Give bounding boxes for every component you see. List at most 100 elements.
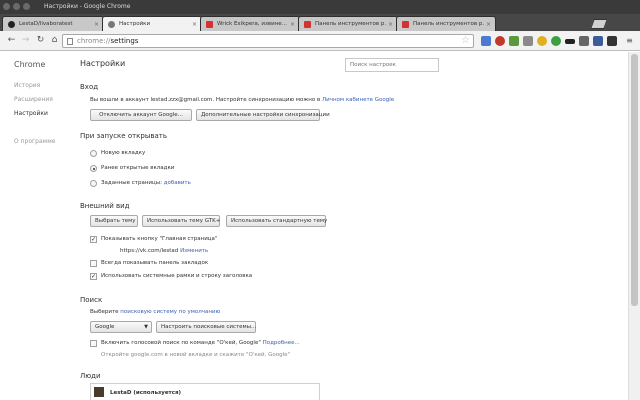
scrollbar-thumb[interactable] [631, 54, 638, 306]
people-user-label: LestaD (используется) [110, 390, 182, 396]
close-icon[interactable]: × [486, 21, 491, 28]
disconnect-account-button[interactable]: Отключить аккаунт Google... [90, 109, 192, 121]
voice-search-label: Включить голосовой поиск по команде "О'к… [101, 340, 261, 346]
chevron-down-icon: ▼ [144, 324, 148, 330]
home-icon[interactable]: ⌂ [49, 35, 60, 46]
window-titlebar: Настройки - Google Chrome [0, 0, 640, 14]
sidebar-brand: Chrome [14, 60, 46, 69]
menu-icon[interactable]: ≡ [624, 35, 635, 46]
tab-strip: LestaD/livaboratest × Настройки × Wrick … [0, 14, 640, 31]
window-controls [3, 3, 30, 10]
github-icon [8, 20, 15, 28]
voice-search-line: Включить голосовой поиск по команде "О'к… [101, 340, 300, 346]
search-engine-text: Выберите поисковую систему по умолчанию [90, 309, 220, 315]
tab-yandex-3[interactable]: Панель инструментов р... × [396, 16, 496, 31]
tab-yandex-1[interactable]: Wrick Exikpera, извине... × [200, 16, 300, 31]
window-close-button[interactable] [3, 3, 10, 10]
tab-label: Панель инструментов р... [315, 21, 386, 27]
appearance-heading: Внешний вид [80, 202, 130, 210]
home-url: https://vk.com/lestad [120, 248, 179, 254]
forward-arrow-icon[interactable]: → [20, 35, 31, 46]
browser-toolbar: ← → ↻ ⌂ chrome://settings ☆ ≡ [0, 31, 640, 51]
sidebar-item-extensions[interactable]: Расширения [14, 96, 53, 103]
extension-icon[interactable] [481, 36, 491, 46]
extension-icon[interactable] [523, 36, 533, 46]
signin-text: Вы вошли в аккаунт lestad.zzx@gmail.com.… [90, 97, 394, 103]
page-scrollbar[interactable] [628, 52, 640, 400]
manage-search-engines-button[interactable]: Настроить поисковые системы... [156, 321, 256, 333]
extension-icon[interactable] [551, 36, 561, 46]
settings-sidebar: Chrome История Расширения Настройки О пр… [0, 52, 70, 400]
default-search-link[interactable]: поисковую систему по умолчанию [120, 309, 220, 315]
yandex-icon [206, 20, 213, 28]
extension-icon[interactable] [579, 36, 589, 46]
home-url-line: https://vk.com/lestad Изменить [120, 248, 208, 254]
gtk-theme-button[interactable]: Использовать тему GTK+ [142, 215, 220, 227]
tab-settings[interactable]: Настройки × [102, 16, 202, 31]
extension-icon[interactable] [607, 36, 617, 46]
voice-search-checkbox[interactable] [90, 340, 97, 347]
reload-icon[interactable]: ↻ [35, 35, 46, 46]
search-engine-value: Google [95, 324, 115, 330]
window-minimize-button[interactable] [13, 3, 20, 10]
tab-label: Wrick Exikpera, извине... [217, 21, 287, 27]
tab-github[interactable]: LestaD/livaboratest × [2, 16, 104, 31]
sidebar-item-history[interactable]: История [14, 82, 40, 89]
search-engine-description: Выберите [90, 309, 119, 315]
change-home-link[interactable]: Изменить [180, 248, 208, 254]
gear-icon [108, 20, 115, 28]
window-maximize-button[interactable] [23, 3, 30, 10]
new-tab-button[interactable] [590, 19, 608, 29]
extension-icon[interactable] [509, 36, 519, 46]
settings-main: Настройки Вход Вы вошли в аккаунт lestad… [80, 52, 600, 400]
add-pages-link[interactable]: добавить [164, 180, 191, 186]
voice-search-hint: Откройте google.com в новой вкладке и ск… [101, 352, 291, 358]
close-icon[interactable]: × [192, 21, 197, 28]
avatar [94, 387, 104, 397]
home-button-checkbox[interactable]: ✓ [90, 236, 97, 243]
startup-continue-radio[interactable] [90, 165, 97, 172]
startup-newtab-label: Новую вкладку [101, 150, 146, 156]
search-engine-select[interactable]: Google ▼ [90, 321, 152, 333]
tab-label: LestaD/livaboratest [19, 21, 73, 27]
bookmarks-bar-label: Всегда показывать панель закладок [101, 260, 209, 266]
sync-settings-button[interactable]: Дополнительные настройки синхронизации [196, 109, 330, 121]
address-bar[interactable]: chrome://settings ☆ [62, 34, 474, 48]
close-icon[interactable]: × [388, 21, 393, 28]
sidebar-item-settings[interactable]: Настройки [14, 110, 48, 117]
startup-continue-label: Ранее открытые вкладки [101, 165, 175, 171]
page-title: Настройки [80, 59, 126, 68]
url-path: settings [110, 37, 139, 45]
extension-icon[interactable] [537, 36, 547, 46]
google-dashboard-link[interactable]: Личном кабинете Google [322, 97, 394, 103]
window-title: Настройки - Google Chrome [44, 3, 131, 10]
startup-newtab-radio[interactable] [90, 150, 97, 157]
tab-yandex-2[interactable]: Панель инструментов р... × [298, 16, 398, 31]
startup-pages-line: Заданные страницы: добавить [101, 180, 191, 186]
voice-search-more-link[interactable]: Подробнее... [263, 340, 300, 346]
url-scheme: chrome:// [77, 37, 111, 45]
startup-pages-label: Заданные страницы: [101, 180, 162, 186]
tab-label: Настройки [119, 21, 151, 27]
tab-label: Панель инструментов р... [413, 21, 484, 27]
close-icon[interactable]: × [94, 21, 99, 28]
sidebar-item-about[interactable]: О программе [14, 138, 55, 145]
default-theme-button[interactable]: Использовать стандартную тему [226, 215, 327, 227]
yandex-icon [402, 20, 409, 28]
extension-icon[interactable] [565, 39, 575, 44]
bookmarks-bar-checkbox[interactable] [90, 260, 97, 267]
extension-icon[interactable] [593, 36, 603, 46]
page-icon [67, 38, 73, 45]
back-arrow-icon[interactable]: ← [6, 35, 17, 46]
bookmark-star-icon[interactable]: ☆ [461, 35, 470, 46]
close-icon[interactable]: × [290, 21, 295, 28]
startup-pages-radio[interactable] [90, 180, 97, 187]
address-url: chrome://settings [77, 37, 138, 45]
signin-description: Вы вошли в аккаунт lestad.zzx@gmail.com.… [90, 97, 321, 103]
search-input[interactable] [345, 58, 439, 72]
system-frame-checkbox[interactable]: ✓ [90, 273, 97, 280]
choose-theme-button[interactable]: Выбрать тему [90, 215, 138, 227]
home-button-label: Показывать кнопку "Главная страница" [101, 236, 218, 242]
adblock-icon[interactable] [495, 36, 505, 46]
system-frame-label: Использовать системные рамки и строку за… [101, 273, 253, 279]
